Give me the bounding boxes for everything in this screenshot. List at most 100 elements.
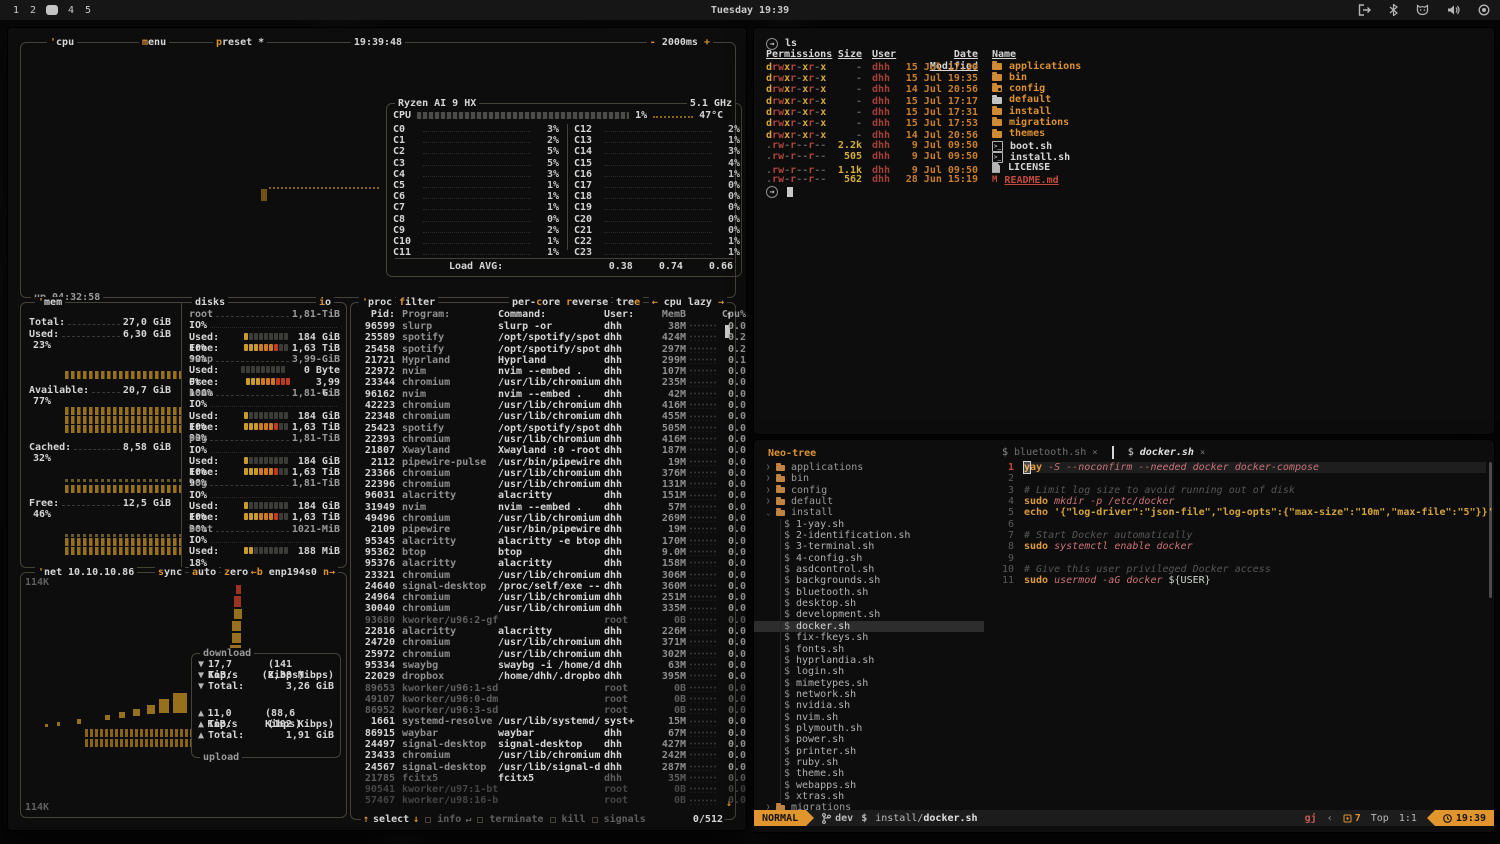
menu-button[interactable]: menu	[139, 37, 169, 48]
process-row[interactable]: 49107kworker/u96:0-dmroot0B0.0	[357, 694, 719, 705]
process-row[interactable]: 22029dropbox/home/dhh/.dropboxdhh395M0.0	[357, 671, 719, 682]
tree-item-1-yay-sh[interactable]: $1-yay.sh	[754, 519, 984, 530]
proc-scroll-up-icon[interactable]: ↑	[726, 310, 732, 321]
workspace-5[interactable]: 5	[84, 5, 92, 16]
process-row[interactable]: 95334swaybgswaybg -i /home/dhdhh63M0.0	[357, 660, 719, 671]
workspace-2[interactable]: 2	[29, 5, 37, 16]
process-row[interactable]: 23433chromium/usr/lib/chromium/dhh242M0.…	[357, 750, 719, 761]
cpu-panel-title[interactable]: 'cpu	[47, 37, 77, 48]
workspace-1[interactable]: 1	[12, 5, 20, 16]
close-tab-icon[interactable]: ×	[1092, 448, 1097, 458]
tree-item-theme-sh[interactable]: $theme.sh	[754, 768, 984, 779]
tree-item-network-sh[interactable]: $network.sh	[754, 689, 984, 700]
kill-key[interactable]: kill	[562, 814, 586, 825]
mem-panel-title[interactable]: 'mem	[35, 297, 65, 308]
proc-panel-title[interactable]: 'proc	[359, 297, 395, 308]
process-row[interactable]: 22816alacrittyalacrittydhh226M0.0	[357, 626, 719, 637]
process-row[interactable]: 49496chromium/usr/lib/chromium/dhh269M0.…	[357, 513, 719, 524]
select-key[interactable]: select	[373, 814, 409, 825]
process-row[interactable]: 86952kworker/u96:3-sdroot0B0.0	[357, 705, 719, 716]
process-row[interactable]: 25423spotify/opt/spotify/spotidhh505M0.0	[357, 423, 719, 434]
process-row[interactable]: 24497signal-desktopsignal-desktopdhh427M…	[357, 739, 719, 750]
tree-item-fix-fkeys-sh[interactable]: $fix-fkeys.sh	[754, 632, 984, 643]
tree-item-bin[interactable]: ❯bin	[754, 473, 984, 484]
tree-item-applications[interactable]: ❯applications	[754, 462, 984, 473]
tab-bluetooth-sh[interactable]: $ bluetooth.sh ×	[992, 447, 1108, 458]
record-icon[interactable]	[1478, 4, 1490, 16]
tree-item-docker-sh[interactable]: $docker.sh	[754, 621, 984, 632]
process-row[interactable]: 25972chromium/usr/lib/chromium/dhh302M0.…	[357, 649, 719, 660]
process-row[interactable]: 96599slurpslurp -ordhh38M0.0	[357, 321, 719, 332]
tree-item-nvidia-sh[interactable]: $nvidia.sh	[754, 700, 984, 711]
reverse-toggle[interactable]: reverse	[563, 297, 611, 308]
process-row[interactable]: 21721HyprlandHyprlanddhh299M0.1	[357, 355, 719, 366]
tree-item-2-identification-sh[interactable]: $2-identification.sh	[754, 530, 984, 541]
process-row[interactable]: 2109pipewire/usr/bin/pipewiredhh19M0.0	[357, 524, 719, 535]
code-editor[interactable]: 1yay -S --noconfirm --needed docker dock…	[992, 462, 1486, 587]
process-row[interactable]: 95362btopbtopdhh9.0M0.0	[357, 547, 719, 558]
tree-item-3-terminal-sh[interactable]: $3-terminal.sh	[754, 541, 984, 552]
process-row[interactable]: 30040chromium/usr/lib/chromium/dhh335M0.…	[357, 603, 719, 614]
tree-toggle[interactable]: tree	[613, 297, 643, 308]
signals-key[interactable]: signals	[604, 814, 646, 825]
tree-item-4-config-sh[interactable]: $4-config.sh	[754, 553, 984, 564]
tree-item-login-sh[interactable]: $login.sh	[754, 666, 984, 677]
tree-item-mimetypes-sh[interactable]: $mimetypes.sh	[754, 678, 984, 689]
tree-item-asdcontrol-sh[interactable]: $asdcontrol.sh	[754, 564, 984, 575]
process-row[interactable]: 24964chromium/usr/lib/chromium/dhh251M0.…	[357, 592, 719, 603]
workspace-4[interactable]: 4	[67, 5, 75, 16]
process-row[interactable]: 21807XwaylandXwayland :0 -rootldhh187M0.…	[357, 445, 719, 456]
tree-item-nvim-sh[interactable]: $nvim.sh	[754, 712, 984, 723]
process-row[interactable]: 57467kworker/u98:16-broot0B0.0	[357, 795, 719, 806]
process-row[interactable]: 31949nvimnvim --embed .dhh57M0.0	[357, 502, 719, 513]
logout-icon[interactable]	[1358, 4, 1371, 16]
process-row[interactable]: 24720chromium/usr/lib/chromium/dhh371M0.…	[357, 637, 719, 648]
process-row[interactable]: 95376alacrittyalacrittydhh158M0.0	[357, 558, 719, 569]
process-row[interactable]: 21785fcitx5fcitx5dhh35M0.0	[357, 773, 719, 784]
refresh-interval[interactable]: - 2000ms +	[647, 37, 713, 48]
tree-item-config[interactable]: ❯config	[754, 485, 984, 496]
tree-item-development-sh[interactable]: $development.sh	[754, 609, 984, 620]
tree-item-default[interactable]: ❯default	[754, 496, 984, 507]
process-row[interactable]: 23366chromium/usr/lib/chromium/dhh376M0.…	[357, 468, 719, 479]
per-core-toggle[interactable]: per-core	[509, 297, 563, 308]
volume-icon[interactable]	[1447, 4, 1460, 16]
process-row[interactable]: 22972nvimnvim --embed .dhh107M0.0	[357, 366, 719, 377]
process-row[interactable]: 95345alacrittyalacritty -e btopdhh170M0.…	[357, 536, 719, 547]
process-row[interactable]: 96162nvimnvim --embed .dhh42M0.0	[357, 389, 719, 400]
tree-item-plymouth-sh[interactable]: $plymouth.sh	[754, 723, 984, 734]
tab-docker-sh[interactable]: $ docker.sh ×	[1118, 447, 1216, 458]
preset-button[interactable]: preset *	[213, 37, 267, 48]
process-row[interactable]: 90541kworker/u97:1-btroot0B0.0	[357, 784, 719, 795]
tree-item-bluetooth-sh[interactable]: $bluetooth.sh	[754, 587, 984, 598]
process-row[interactable]: 96031alacrittyalacrittydhh151M0.0	[357, 490, 719, 501]
process-row[interactable]: 42223chromium/usr/lib/chromium/dhh416M0.…	[357, 400, 719, 411]
process-row[interactable]: 22348chromium/usr/lib/chromium/dhh455M0.…	[357, 411, 719, 422]
tree-item-desktop-sh[interactable]: $desktop.sh	[754, 598, 984, 609]
tree-item-power-sh[interactable]: $power.sh	[754, 734, 984, 745]
close-tab-icon[interactable]: ×	[1200, 448, 1205, 458]
plugin-updates[interactable]: 7	[1343, 813, 1361, 824]
info-key[interactable]: info	[437, 814, 461, 825]
process-row[interactable]: 22396chromium/usr/lib/chromium/dhh131M0.…	[357, 479, 719, 490]
workspace-3[interactable]	[46, 5, 58, 15]
process-row[interactable]: 86915waybarwaybardhh67M0.0	[357, 728, 719, 739]
process-row[interactable]: 25458spotify/opt/spotify/spotidhh297M0.2	[357, 344, 719, 355]
tree-item-backgrounds-sh[interactable]: $backgrounds.sh	[754, 575, 984, 586]
tree-item-webapps-sh[interactable]: $webapps.sh	[754, 780, 984, 791]
process-row[interactable]: 22393chromium/usr/lib/chromium/dhh416M0.…	[357, 434, 719, 445]
input-line[interactable]: →	[766, 186, 1484, 197]
cat-icon[interactable]	[1416, 4, 1429, 16]
process-row[interactable]: 23344chromium/usr/lib/chromium/dhh235M0.…	[357, 377, 719, 388]
disks-panel-title[interactable]: disks	[192, 297, 228, 308]
process-row[interactable]: 93680kworker/u96:2-gfroot0B0.0	[357, 615, 719, 626]
process-row[interactable]: 2112pipewire-pulse/usr/bin/pipewire-dhh1…	[357, 457, 719, 468]
process-row[interactable]: 24567signal-desktop/usr/lib/signal-dedhh…	[357, 762, 719, 773]
process-row[interactable]: 23321chromium/usr/lib/chromium/dhh306M0.…	[357, 570, 719, 581]
tree-item-printer-sh[interactable]: $printer.sh	[754, 746, 984, 757]
tree-item-xtras-sh[interactable]: $xtras.sh	[754, 791, 984, 802]
process-row[interactable]: 25589spotify/opt/spotify/spotidhh424M0.2	[357, 332, 719, 343]
bluetooth-icon[interactable]	[1389, 4, 1398, 16]
tree-item-fonts-sh[interactable]: $fonts.sh	[754, 644, 984, 655]
filter-button[interactable]: filter	[396, 297, 438, 308]
